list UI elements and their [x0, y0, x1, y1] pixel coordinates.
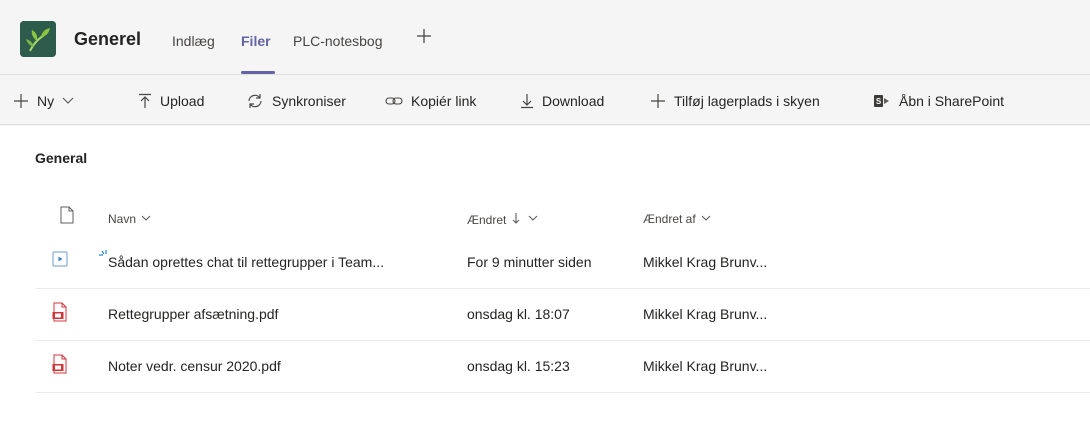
sync-button[interactable]: Synkroniser	[246, 91, 346, 111]
copy-link-button[interactable]: Kopiér link	[385, 91, 476, 111]
open-in-sharepoint-button[interactable]: S Åbn i SharePoint	[873, 91, 1004, 111]
open-in-sharepoint-label: Åbn i SharePoint	[899, 93, 1005, 109]
file-modified: onsdag kl. 18:07	[467, 306, 570, 322]
column-header-modified-by-label: Ændret af	[643, 212, 696, 226]
new-button[interactable]: Ny	[13, 91, 74, 111]
svg-text:S: S	[876, 97, 882, 106]
table-row[interactable]: Sådan oprettes chat til rettegrupper i T…	[35, 237, 1090, 289]
chevron-down-icon	[141, 214, 151, 225]
pdf-file-icon	[52, 302, 74, 326]
add-cloud-storage-button[interactable]: Tilføj lagerplads i skyen	[650, 91, 820, 111]
folder-title: General	[35, 150, 88, 166]
chevron-down-icon	[528, 214, 538, 225]
upload-icon	[138, 93, 152, 109]
chevron-down-icon	[701, 214, 711, 225]
active-tab-indicator	[241, 71, 275, 74]
column-header-name[interactable]: Navn	[108, 212, 151, 226]
chevron-down-icon	[62, 97, 74, 105]
teams-files-view: Generel Indlæg Filer PLC-notesbog Ny Upl…	[0, 0, 1090, 431]
column-header-name-label: Navn	[108, 212, 137, 226]
channel-name: Generel	[74, 29, 142, 49]
column-header-modified[interactable]: Ændret	[467, 212, 538, 227]
plus-icon	[417, 29, 431, 43]
file-modified-by: Mikkel Krag Brunv...	[643, 254, 768, 270]
column-header-modified-label: Ændret	[467, 212, 507, 227]
copy-link-label: Kopiér link	[411, 93, 477, 109]
file-modified: For 9 minutter siden	[467, 254, 592, 270]
team-logo[interactable]	[20, 21, 56, 57]
plus-icon	[13, 93, 29, 109]
table-row[interactable]: Rettegrupper afsætning.pdf onsdag kl. 18…	[35, 289, 1090, 341]
file-modified: onsdag kl. 15:23	[467, 358, 570, 374]
leaf-icon	[20, 21, 56, 57]
upload-label: Upload	[160, 93, 205, 109]
sync-label: Synkroniser	[272, 93, 346, 109]
add-cloud-storage-label: Tilføj lagerplads i skyen	[674, 93, 820, 109]
new-label: Ny	[37, 93, 55, 109]
sort-down-arrow-icon	[512, 212, 520, 227]
channel-header: Generel Indlæg Filer PLC-notesbog	[0, 0, 1090, 75]
download-label: Download	[542, 93, 605, 109]
file-modified-by: Mikkel Krag Brunv...	[643, 358, 768, 374]
pdf-file-icon	[52, 354, 74, 378]
add-tab-button[interactable]	[415, 27, 433, 49]
download-button[interactable]: Download	[520, 91, 604, 111]
upload-button[interactable]: Upload	[138, 91, 204, 111]
file-modified-by: Mikkel Krag Brunv...	[643, 306, 768, 322]
file-type-icon[interactable]	[60, 206, 74, 229]
video-file-icon	[52, 250, 74, 274]
sync-icon	[246, 93, 264, 109]
column-header-modified-by[interactable]: Ændret af	[643, 212, 711, 226]
table-row[interactable]: Noter vedr. censur 2020.pdf onsdag kl. 1…	[35, 341, 1090, 393]
link-icon	[385, 95, 403, 107]
file-name[interactable]: Sådan oprettes chat til rettegrupper i T…	[108, 254, 384, 270]
files-content: General Navn Ændret Ændret af Sådan opre…	[0, 126, 1090, 431]
files-toolbar: Ny Upload Synkroniser Kopiér link Downlo…	[0, 76, 1090, 125]
plus-icon	[650, 93, 666, 109]
tab-files[interactable]: Filer	[241, 33, 271, 49]
download-icon	[520, 93, 534, 109]
tab-posts[interactable]: Indlæg	[172, 33, 215, 49]
sharepoint-icon: S	[873, 93, 891, 109]
file-name[interactable]: Noter vedr. censur 2020.pdf	[108, 358, 281, 374]
file-name[interactable]: Rettegrupper afsætning.pdf	[108, 306, 278, 322]
tab-notebook[interactable]: PLC-notesbog	[293, 33, 383, 49]
